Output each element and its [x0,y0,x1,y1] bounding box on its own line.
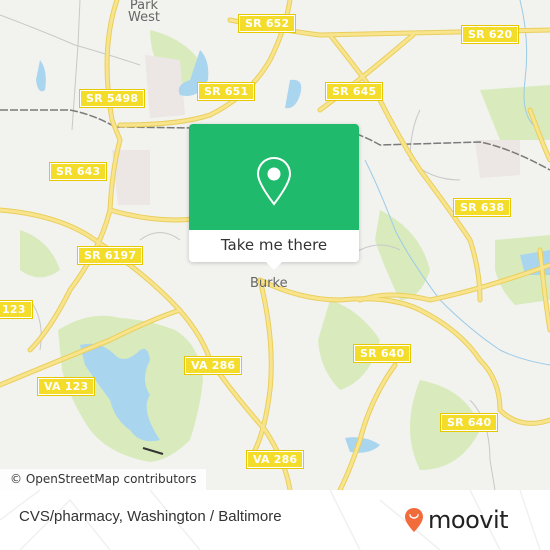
location-popup[interactable]: Take me there [189,124,359,270]
road-shield-sr643: SR 643 [48,162,108,181]
road-shield-sr645: SR 645 [324,82,384,101]
road-shield-sr5498: SR 5498 [78,89,146,108]
popup-tail [266,262,282,270]
map-attribution[interactable]: © OpenStreetMap contributors [0,469,207,490]
road-shield-va123: VA 123 [36,377,96,396]
popup-header[interactable] [189,124,359,230]
road-shield-sr640-south: SR 640 [439,413,499,432]
road-shield-sr6197: SR 6197 [76,246,144,265]
park-west [20,230,60,278]
road-shield-sr640: SR 640 [352,344,412,363]
place-label-park-west: Park West [128,0,160,24]
road-shield-sr651: SR 651 [196,82,256,101]
road-shield-sr652: SR 652 [237,14,297,33]
place-title: CVS/pharmacy, Washington / Baltimore [19,508,282,525]
pond-lake-royal [285,79,302,109]
place-label-burke: Burke [250,276,288,291]
take-me-there-button[interactable]: Take me there [189,230,359,262]
road-shield-sr638: SR 638 [452,198,512,217]
road-shield-sr620: SR 620 [460,25,520,44]
footer: CVS/pharmacy, Washington / Baltimore moo… [0,490,550,550]
road-shield-va286: VA 286 [183,356,243,375]
map[interactable]: Park West Burke SR 652 SR 620 SR 5498 SR… [0,0,550,490]
road-shield-va286-south: VA 286 [245,450,305,469]
park-stream [375,210,430,300]
pond-northwest [36,60,46,92]
road-shield-123: 123 [0,300,33,319]
moovit-logo: moovit [404,506,509,534]
moovit-wordmark: moovit [428,506,509,534]
place-label-line: West [128,10,160,25]
location-pin-icon [256,156,292,206]
moovit-pin-icon [405,508,423,532]
